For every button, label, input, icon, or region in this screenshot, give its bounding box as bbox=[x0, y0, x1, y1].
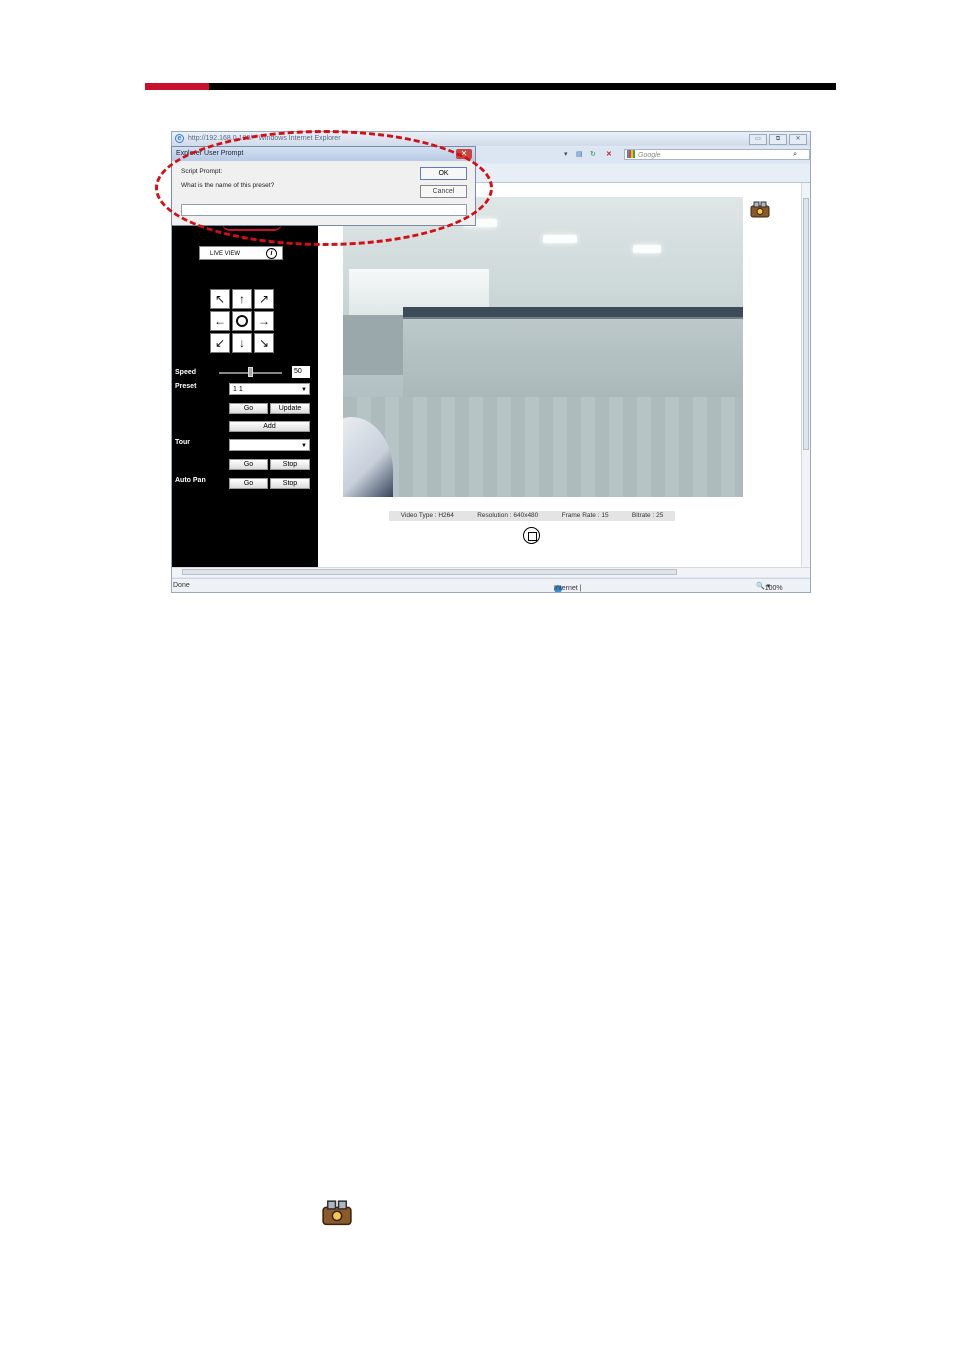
pan-down-right-button[interactable]: ↘ bbox=[254, 333, 274, 353]
pan-right-button[interactable]: → bbox=[254, 311, 274, 331]
horizontal-scrollbar[interactable] bbox=[172, 567, 810, 577]
address-dropdown-icon[interactable]: ▾ bbox=[564, 149, 568, 160]
stop-icon[interactable]: ✕ bbox=[606, 149, 612, 160]
camera-setup-icon[interactable] bbox=[749, 200, 771, 218]
browser-status-bar: Done Internet | Protected Mode: Off 🔍100… bbox=[172, 578, 810, 592]
ptz-direction-pad: ↖ ↑ ↗ ← → ↙ ↓ ↘ bbox=[210, 289, 276, 355]
pan-down-button[interactable]: ↓ bbox=[232, 333, 252, 353]
speed-label: Speed bbox=[175, 369, 197, 376]
video-resolution: Resolution : 640x480 bbox=[477, 512, 539, 519]
google-icon bbox=[627, 150, 635, 158]
office-partition bbox=[403, 317, 743, 399]
compat-view-icon[interactable]: ▤ bbox=[576, 149, 583, 160]
minimize-button[interactable]: ▭ bbox=[749, 134, 767, 145]
auto-pan-label: Auto Pan bbox=[175, 477, 206, 484]
zoom-value: 100% bbox=[764, 585, 783, 592]
live-video-feed[interactable] bbox=[343, 197, 743, 497]
preset-go-button[interactable]: Go bbox=[229, 403, 268, 414]
refresh-icon[interactable]: ↻ bbox=[590, 149, 596, 160]
close-window-button[interactable]: ✕ bbox=[789, 134, 807, 145]
highlight-ellipse bbox=[155, 130, 493, 246]
security-zone-label: Internet | Protected Mode: Off bbox=[554, 585, 582, 592]
video-bitrate: Bitrate : 25 bbox=[631, 512, 664, 519]
preset-select[interactable]: 1 1 ▼ bbox=[229, 383, 310, 395]
maximize-button[interactable]: ⧉ bbox=[769, 134, 787, 145]
pan-home-button[interactable] bbox=[232, 311, 252, 331]
info-icon[interactable]: i bbox=[266, 248, 277, 259]
vertical-scroll-thumb[interactable] bbox=[803, 198, 809, 450]
tour-stop-button[interactable]: Stop bbox=[270, 459, 310, 470]
search-icon[interactable]: ⌕ bbox=[793, 150, 797, 160]
video-type: Video Type : H264 bbox=[400, 512, 454, 519]
ceiling-light bbox=[633, 245, 661, 253]
preset-label: Preset bbox=[175, 383, 197, 390]
search-input[interactable]: Google ⌕ bbox=[624, 149, 810, 160]
pan-up-right-button[interactable]: ↗ bbox=[254, 289, 274, 309]
status-text: Done bbox=[173, 582, 190, 589]
pan-up-left-button[interactable]: ↖ bbox=[210, 289, 230, 309]
header-bar-black bbox=[209, 83, 836, 90]
home-icon bbox=[236, 315, 248, 327]
tour-go-button[interactable]: Go bbox=[229, 459, 268, 470]
video-frame-rate: Frame Rate : 15 bbox=[561, 512, 609, 519]
chevron-down-icon: ▼ bbox=[301, 443, 307, 449]
speed-slider-handle[interactable] bbox=[248, 367, 253, 377]
camera-setup-icon bbox=[322, 1200, 352, 1226]
pan-up-button[interactable]: ↑ bbox=[232, 289, 252, 309]
search-placeholder: Google bbox=[638, 152, 661, 159]
ie-icon: e bbox=[175, 134, 184, 143]
tour-select[interactable]: ▼ bbox=[229, 439, 310, 451]
preset-selected-value: 1 1 bbox=[233, 386, 243, 393]
desk-panel bbox=[343, 397, 743, 497]
horizontal-scroll-thumb[interactable] bbox=[182, 569, 677, 575]
vertical-scrollbar[interactable] bbox=[801, 183, 810, 567]
video-status-bar: Video Type : H264 Resolution : 640x480 F… bbox=[389, 511, 675, 521]
auto-pan-stop-button[interactable]: Stop bbox=[270, 478, 310, 489]
header-bar-red bbox=[145, 83, 209, 90]
preset-add-button[interactable]: Add bbox=[229, 421, 310, 432]
ceiling-light bbox=[543, 235, 577, 243]
preset-update-button[interactable]: Update bbox=[270, 403, 310, 414]
pan-down-left-button[interactable]: ↙ bbox=[210, 333, 230, 353]
zoom-level[interactable]: 🔍 100% ▾ bbox=[756, 582, 783, 592]
chevron-down-icon: ▼ bbox=[301, 387, 307, 393]
pan-left-button[interactable]: ← bbox=[210, 311, 230, 331]
tour-label: Tour bbox=[175, 439, 191, 446]
live-view-label: LIVE VIEW bbox=[210, 251, 241, 257]
fullscreen-icon[interactable] bbox=[523, 527, 540, 544]
partition-top bbox=[403, 307, 743, 317]
live-view-button[interactable]: LIVE VIEW i bbox=[199, 246, 283, 260]
auto-pan-go-button[interactable]: Go bbox=[229, 478, 268, 489]
speed-value-field[interactable]: 50 bbox=[292, 366, 310, 378]
